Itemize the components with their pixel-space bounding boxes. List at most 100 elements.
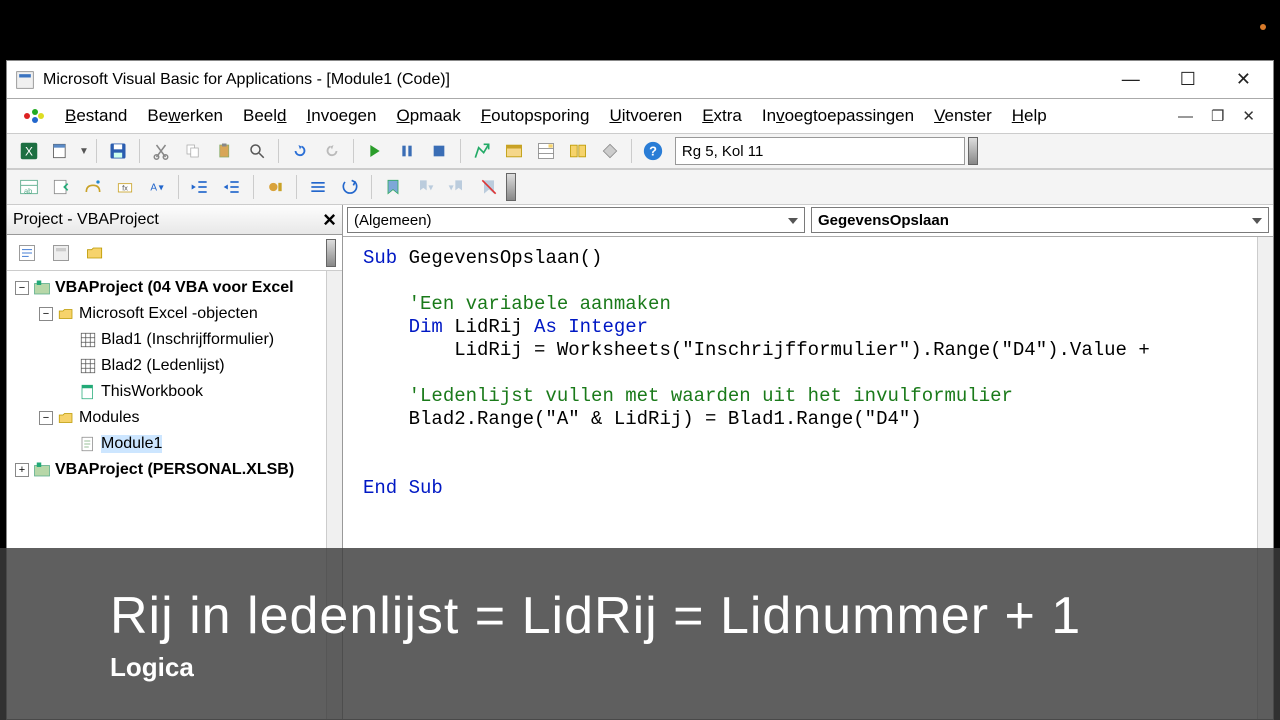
tree-modules-folder[interactable]: Modules: [79, 409, 139, 427]
maximize-button[interactable]: ☐: [1174, 69, 1202, 90]
tree-thisworkbook[interactable]: ThisWorkbook: [101, 383, 203, 401]
main-toolbar: X ▼ ? Rg 5, Kol 11: [7, 133, 1273, 169]
code-text: [363, 316, 409, 338]
toolbox-button[interactable]: [596, 137, 624, 165]
vbaproject-icon: [33, 279, 51, 297]
paste-button[interactable]: [211, 137, 239, 165]
tree-expand-icon[interactable]: +: [15, 463, 29, 477]
code-comment: 'Een variabele aanmaken: [363, 293, 671, 315]
indent-button[interactable]: [186, 173, 214, 201]
mdi-restore-button[interactable]: ❐: [1207, 107, 1228, 125]
view-object-button[interactable]: [47, 239, 75, 267]
svg-text:X: X: [25, 145, 33, 159]
object-browser-button[interactable]: [564, 137, 592, 165]
menu-uitvoeren[interactable]: Uitvoeren: [603, 104, 688, 128]
code-text: As Integer: [534, 316, 648, 338]
undo-button[interactable]: [286, 137, 314, 165]
menu-bewerken[interactable]: Bewerken: [141, 104, 229, 128]
menu-beeld[interactable]: Beeld: [237, 104, 293, 128]
vbaproject-icon: [33, 461, 51, 479]
code-text: LidRij = Worksheets("Inschrijfformulier"…: [363, 339, 1161, 361]
view-code-button[interactable]: [13, 239, 41, 267]
minimize-button[interactable]: —: [1116, 69, 1146, 90]
worksheet-icon: [79, 331, 97, 349]
menu-extra[interactable]: Extra: [696, 104, 748, 128]
project-pane-title-text: Project - VBAProject: [13, 211, 159, 229]
code-comment: 'Ledenlijst vullen met waarden uit het i…: [363, 385, 1013, 407]
vba-logo-icon: [21, 104, 45, 128]
bookmark-toggle-button[interactable]: [379, 173, 407, 201]
cut-button[interactable]: [147, 137, 175, 165]
parameter-info-button[interactable]: fx: [111, 173, 139, 201]
recording-dot: [1260, 24, 1266, 30]
project-pane-close-button[interactable]: ×: [323, 207, 336, 233]
quick-info-button[interactable]: [79, 173, 107, 201]
tree-collapse-icon[interactable]: −: [39, 411, 53, 425]
tree-module1[interactable]: Module1: [101, 435, 162, 453]
menu-bestand[interactable]: Bestand: [59, 104, 133, 128]
uncomment-block-button[interactable]: [336, 173, 364, 201]
menu-invoegtoepassingen[interactable]: Invoegtoepassingen: [756, 104, 920, 128]
toolbar-handle[interactable]: [968, 137, 978, 165]
list-constants-button[interactable]: [47, 173, 75, 201]
reset-button[interactable]: [425, 137, 453, 165]
close-button[interactable]: ✕: [1230, 69, 1257, 90]
app-icon: [15, 70, 35, 90]
bookmark-clear-button[interactable]: [475, 173, 503, 201]
window-controls: — ☐ ✕: [1116, 69, 1257, 90]
folder-icon: [57, 305, 75, 323]
comment-block-button[interactable]: [304, 173, 332, 201]
code-text: End Sub: [363, 477, 443, 499]
copy-button[interactable]: [179, 137, 207, 165]
tree-sheet-blad2[interactable]: Blad2 (Ledenlijst): [101, 357, 225, 375]
menu-help[interactable]: Help: [1006, 104, 1053, 128]
workbook-icon: [79, 383, 97, 401]
view-excel-button[interactable]: X: [15, 137, 43, 165]
list-properties-button[interactable]: ab: [15, 173, 43, 201]
code-text: Dim: [409, 316, 443, 338]
menu-invoegen[interactable]: Invoegen: [301, 104, 383, 128]
project-toolbar-handle[interactable]: [326, 239, 336, 267]
breakpoint-button[interactable]: [261, 173, 289, 201]
menu-venster[interactable]: Venster: [928, 104, 998, 128]
menu-opmaak[interactable]: Opmaak: [390, 104, 466, 128]
outdent-button[interactable]: [218, 173, 246, 201]
complete-word-button[interactable]: A: [143, 173, 171, 201]
scope-dropdown[interactable]: (Algemeen): [347, 207, 805, 233]
tree-sheet-blad1[interactable]: Blad1 (Inschrijfformulier): [101, 331, 274, 349]
tree-excel-objects-folder[interactable]: Microsoft Excel -objecten: [79, 305, 258, 323]
menu-foutopsporing[interactable]: Foutopsporing: [475, 104, 596, 128]
tree-collapse-icon[interactable]: −: [15, 281, 29, 295]
tree-vbaproject-1[interactable]: VBAProject (04 VBA voor Excel: [55, 279, 294, 297]
mdi-minimize-button[interactable]: —: [1174, 108, 1197, 125]
help-button[interactable]: ?: [639, 137, 667, 165]
run-button[interactable]: [361, 137, 389, 165]
design-mode-button[interactable]: [468, 137, 496, 165]
tree-collapse-icon[interactable]: −: [39, 307, 53, 321]
code-text: Sub: [363, 247, 397, 269]
svg-text:ab: ab: [24, 187, 32, 196]
insert-module-button[interactable]: [47, 137, 75, 165]
scope-dropdown-value: (Algemeen): [354, 212, 432, 229]
code-dropdowns: (Algemeen) GegevensOpslaan: [343, 205, 1273, 237]
properties-button[interactable]: [532, 137, 560, 165]
project-pane-toolbar: [7, 235, 342, 271]
code-text: LidRij: [443, 316, 534, 338]
procedure-dropdown[interactable]: GegevensOpslaan: [811, 207, 1269, 233]
edit-toolbar-handle[interactable]: [506, 173, 516, 201]
find-button[interactable]: [243, 137, 271, 165]
procedure-dropdown-value: GegevensOpslaan: [818, 212, 949, 229]
caption-title: Rij in ledenlijst = LidRij = Lidnummer +…: [110, 586, 1170, 646]
svg-text:fx: fx: [122, 183, 128, 192]
redo-button[interactable]: [318, 137, 346, 165]
project-explorer-button[interactable]: [500, 137, 528, 165]
bookmark-next-button[interactable]: [411, 173, 439, 201]
mdi-close-button[interactable]: ✕: [1238, 107, 1259, 125]
toggle-folders-button[interactable]: [81, 239, 109, 267]
save-button[interactable]: [104, 137, 132, 165]
window-title: Microsoft Visual Basic for Applications …: [43, 71, 1116, 89]
break-button[interactable]: [393, 137, 421, 165]
caption-overlay: Rij in ledenlijst = LidRij = Lidnummer +…: [0, 548, 1280, 720]
tree-vbaproject-personal[interactable]: VBAProject (PERSONAL.XLSB): [55, 461, 294, 479]
bookmark-prev-button[interactable]: [443, 173, 471, 201]
